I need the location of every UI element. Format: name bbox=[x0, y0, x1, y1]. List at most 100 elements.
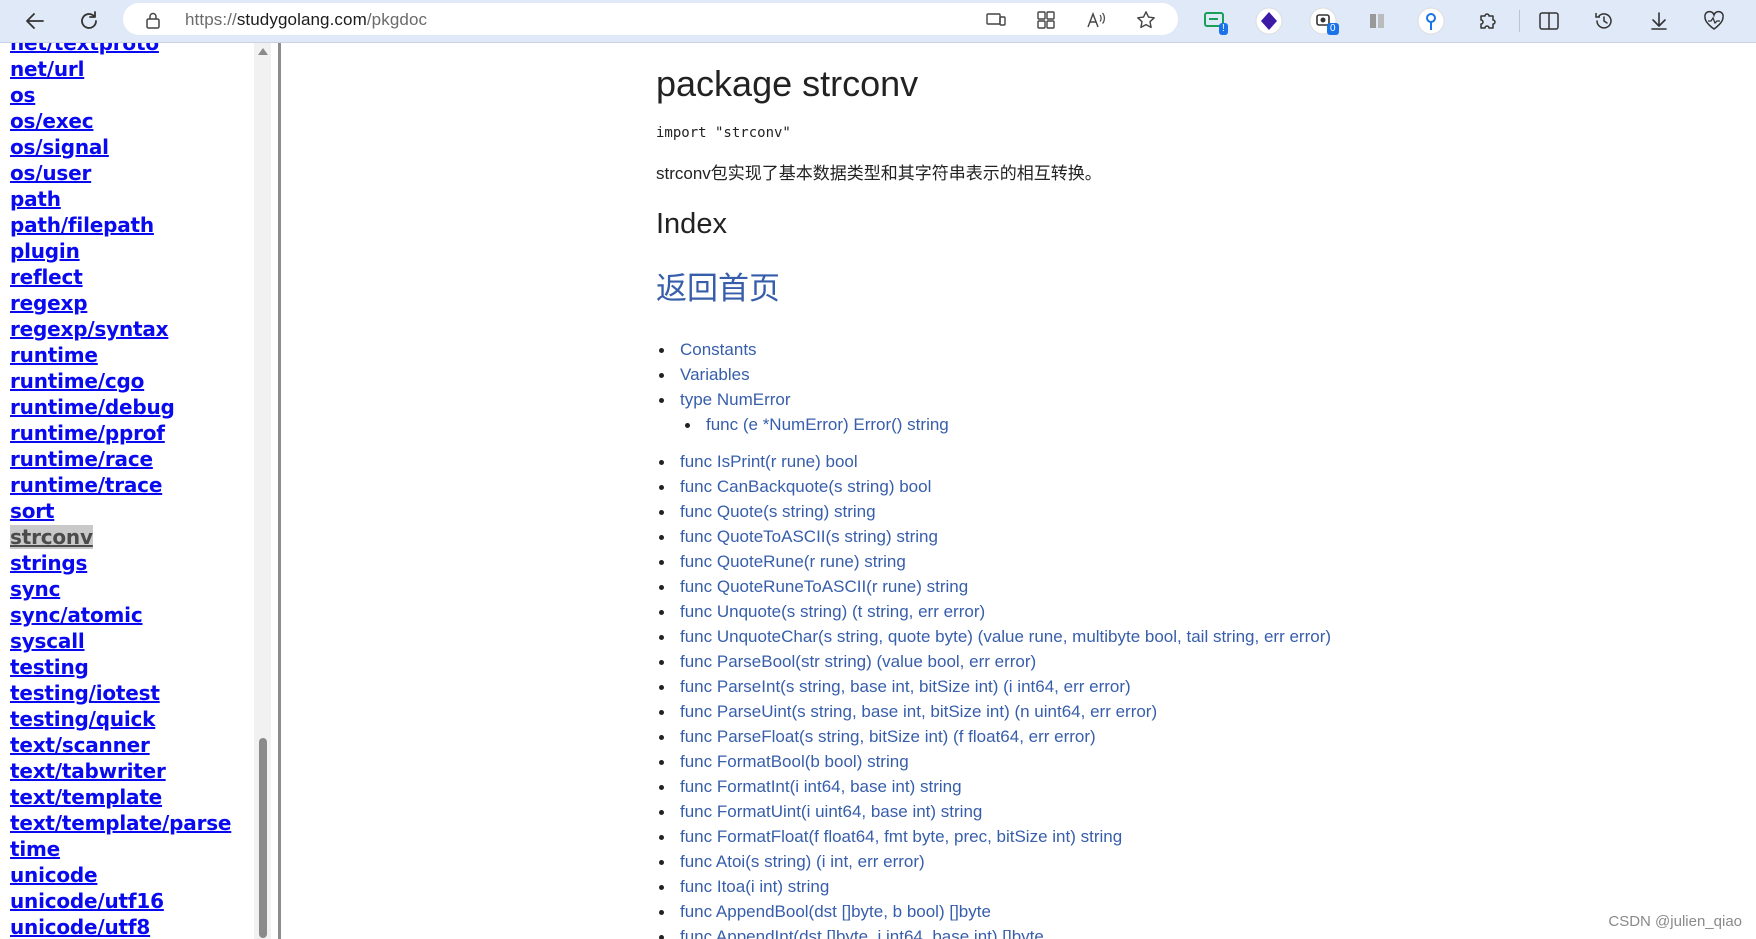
package-sidebar[interactable]: net/textproto net/url os os/exec os/signal os… bbox=[0, 43, 258, 939]
sidebar-link-net-url[interactable]: net/url bbox=[10, 57, 84, 81]
index-link[interactable]: func Atoi(s string) (i int, err error) bbox=[680, 852, 925, 871]
sidebar-link-time[interactable]: time bbox=[10, 837, 60, 861]
read-aloud-icon[interactable] bbox=[1085, 9, 1107, 31]
index-link[interactable]: func ParseFloat(s string, bitSize int) (… bbox=[680, 727, 1096, 746]
sidebar-link-plugin[interactable]: plugin bbox=[10, 239, 80, 263]
sidebar-link-sort[interactable]: sort bbox=[10, 499, 54, 523]
sidebar-link-testing-quick[interactable]: testing/quick bbox=[10, 707, 155, 731]
sidebar-item: testing/iotest bbox=[10, 680, 231, 706]
sidebar-item: sync bbox=[10, 576, 231, 602]
sidebar-link-os-signal[interactable]: os/signal bbox=[10, 135, 109, 159]
sidebar-link-syscall[interactable]: syscall bbox=[10, 629, 85, 653]
sidebar-link-path-filepath[interactable]: path/filepath bbox=[10, 213, 154, 237]
sidebar-link-runtime[interactable]: runtime bbox=[10, 343, 98, 367]
history-button[interactable] bbox=[1587, 4, 1621, 38]
refresh-button[interactable] bbox=[72, 4, 106, 38]
browser-toolbar: https://studygolang.com/pkgdoc ! 0 bbox=[0, 0, 1756, 43]
sidebar-link-regexp-syntax[interactable]: regexp/syntax bbox=[10, 317, 169, 341]
sidebar-link-reflect[interactable]: reflect bbox=[10, 265, 83, 289]
index-link[interactable]: type NumError bbox=[680, 390, 791, 409]
index-list-item: Variables bbox=[656, 362, 1331, 387]
extensions-button[interactable] bbox=[1470, 4, 1504, 38]
sidebar-link-unicode-utf8[interactable]: unicode/utf8 bbox=[10, 915, 150, 939]
index-link[interactable]: func QuoteToASCII(s string) string bbox=[680, 527, 938, 546]
sidebar-link-unicode-utf16[interactable]: unicode/utf16 bbox=[10, 889, 164, 913]
scroll-up-arrow-icon[interactable] bbox=[258, 48, 268, 55]
extension-pin-button[interactable] bbox=[1414, 4, 1448, 38]
sidebar-item: net/url bbox=[10, 56, 231, 82]
index-link[interactable]: func FormatFloat(f float64, fmt byte, pr… bbox=[680, 827, 1122, 846]
sidebar-item: testing/quick bbox=[10, 706, 231, 732]
sidebar-link-sync-atomic[interactable]: sync/atomic bbox=[10, 603, 143, 627]
sidebar-link-text-tabwriter[interactable]: text/tabwriter bbox=[10, 759, 166, 783]
sidebar-link-strconv[interactable]: strconv bbox=[10, 525, 93, 549]
sidebar-scrollbar[interactable] bbox=[254, 43, 271, 939]
extension-badge: ! bbox=[1219, 23, 1228, 35]
sidebar-link-runtime-pprof[interactable]: runtime/pprof bbox=[10, 421, 165, 445]
index-link[interactable]: func FormatBool(b bool) string bbox=[680, 752, 909, 771]
index-link[interactable]: func IsPrint(r rune) bool bbox=[680, 452, 858, 471]
sidebar-link-sync[interactable]: sync bbox=[10, 577, 60, 601]
sidebar-link-regexp[interactable]: regexp bbox=[10, 291, 88, 315]
back-home-link[interactable]: 返回首页 bbox=[656, 263, 780, 308]
sidebar-item: time bbox=[10, 836, 231, 862]
index-link[interactable]: Variables bbox=[680, 365, 750, 384]
sidebar-link-os-user[interactable]: os/user bbox=[10, 161, 91, 185]
sidebar-link-runtime-cgo[interactable]: runtime/cgo bbox=[10, 369, 144, 393]
performance-button[interactable] bbox=[1697, 4, 1731, 38]
device-icon[interactable] bbox=[985, 9, 1007, 31]
sidebar-link-path[interactable]: path bbox=[10, 187, 61, 211]
index-link[interactable]: func Quote(s string) string bbox=[680, 502, 876, 521]
index-link[interactable]: func UnquoteChar(s string, quote byte) (… bbox=[680, 627, 1331, 646]
index-link[interactable]: func QuoteRuneToASCII(r rune) string bbox=[680, 577, 968, 596]
index-link[interactable]: func (e *NumError) Error() string bbox=[706, 415, 949, 434]
index-link[interactable]: func CanBackquote(s string) bool bbox=[680, 477, 931, 496]
index-list-item: func ParseBool(str string) (value bool, … bbox=[656, 649, 1331, 674]
index-link[interactable]: func ParseBool(str string) (value bool, … bbox=[680, 652, 1036, 671]
sidebar-item: syscall bbox=[10, 628, 231, 654]
downloads-button[interactable] bbox=[1642, 4, 1676, 38]
index-link[interactable]: Constants bbox=[680, 340, 757, 359]
index-link[interactable]: func AppendInt(dst []byte, i int64, base… bbox=[680, 927, 1044, 939]
sidebar-link-runtime-race[interactable]: runtime/race bbox=[10, 447, 153, 471]
sidebar-link-runtime-debug[interactable]: runtime/debug bbox=[10, 395, 175, 419]
sidebar-item: runtime/debug bbox=[10, 394, 231, 420]
index-link[interactable]: func Itoa(i int) string bbox=[680, 877, 829, 896]
back-button[interactable] bbox=[18, 4, 52, 38]
book-icon bbox=[1370, 14, 1384, 28]
sidebar-link-strings[interactable]: strings bbox=[10, 551, 87, 575]
index-heading: Index bbox=[656, 208, 727, 240]
address-url[interactable]: https://studygolang.com/pkgdoc bbox=[185, 10, 427, 30]
index-link[interactable]: func QuoteRune(r rune) string bbox=[680, 552, 906, 571]
sidebar-link-testing[interactable]: testing bbox=[10, 655, 89, 679]
lock-icon[interactable] bbox=[145, 11, 161, 34]
index-link[interactable]: func FormatInt(i int64, base int) string bbox=[680, 777, 962, 796]
sidebar-link-net-textproto[interactable]: net/textproto bbox=[10, 43, 159, 55]
extension-cast-button[interactable]: ! bbox=[1198, 4, 1232, 38]
index-link[interactable]: func ParseUint(s string, base int, bitSi… bbox=[680, 702, 1157, 721]
sidebar-link-testing-iotest[interactable]: testing/iotest bbox=[10, 681, 160, 705]
sidebar-link-os-exec[interactable]: os/exec bbox=[10, 109, 94, 133]
apps-icon[interactable] bbox=[1035, 9, 1057, 31]
index-link[interactable]: func AppendBool(dst []byte, b bool) []by… bbox=[680, 902, 991, 921]
index-link[interactable]: func FormatUint(i uint64, base int) stri… bbox=[680, 802, 982, 821]
extension-reader-button[interactable] bbox=[1360, 4, 1394, 38]
scrollbar-thumb[interactable] bbox=[259, 738, 267, 938]
favorite-star-icon[interactable] bbox=[1135, 9, 1157, 31]
extension-purple-button[interactable] bbox=[1252, 4, 1286, 38]
index-list-item: func IsPrint(r rune) bool bbox=[656, 449, 1331, 474]
back-arrow-icon bbox=[26, 13, 44, 29]
split-screen-button[interactable] bbox=[1532, 4, 1566, 38]
sidebar-item: text/template/parse bbox=[10, 810, 232, 836]
sidebar-link-unicode[interactable]: unicode bbox=[10, 863, 98, 887]
sidebar-item: text/scanner bbox=[10, 732, 231, 758]
extension-screenshot-button[interactable]: 0 bbox=[1306, 4, 1340, 38]
sidebar-link-os[interactable]: os bbox=[10, 83, 35, 107]
sidebar-link-text-template[interactable]: text/template bbox=[10, 785, 162, 809]
sidebar-link-runtime-trace[interactable]: runtime/trace bbox=[10, 473, 162, 497]
address-bar[interactable]: https://studygolang.com/pkgdoc bbox=[123, 3, 1178, 35]
sidebar-link-text-template-parse[interactable]: text/template/parse bbox=[10, 811, 232, 835]
index-link[interactable]: func ParseInt(s string, base int, bitSiz… bbox=[680, 677, 1131, 696]
index-link[interactable]: func Unquote(s string) (t string, err er… bbox=[680, 602, 985, 621]
sidebar-link-text-scanner[interactable]: text/scanner bbox=[10, 733, 150, 757]
